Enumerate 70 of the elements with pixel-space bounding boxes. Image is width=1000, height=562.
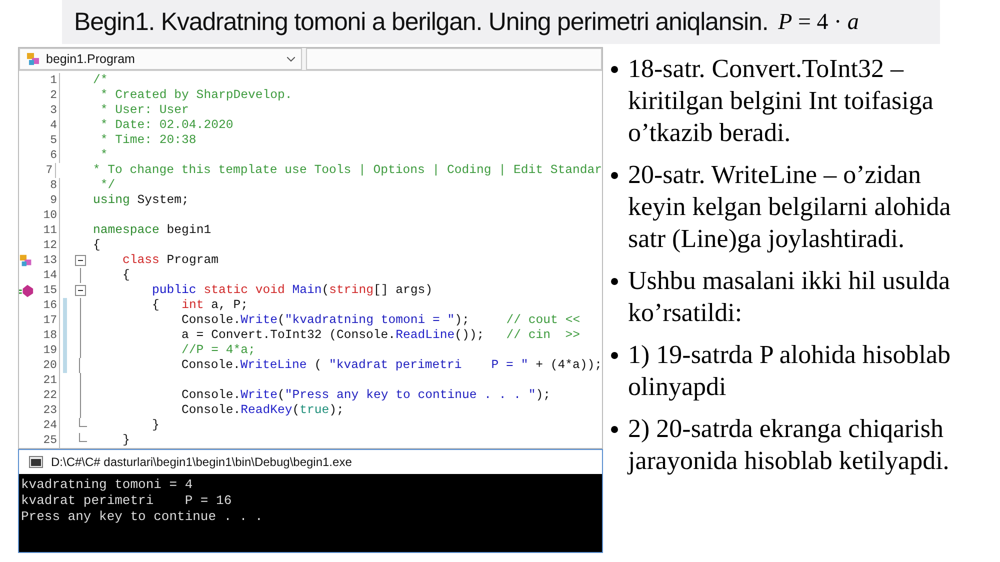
line-number: 11 (37, 223, 60, 238)
bullet-text: 1) 19-satrda P alohida hisoblab olinyapdi (628, 339, 952, 403)
line-number: 3 (37, 103, 60, 118)
bullet-icon (611, 352, 618, 359)
line-number: 14 (37, 268, 60, 283)
line-number: 2 (37, 88, 60, 103)
line-number: 13 (37, 253, 60, 268)
code-line: /* (92, 73, 108, 88)
code-line: * To change this template use Tools | Options | Coding | Edit Standar (92, 163, 602, 178)
code-line: { (92, 238, 100, 253)
line-number: 21 (37, 373, 60, 388)
code-line: * (99, 148, 108, 163)
bullet-icon (611, 278, 618, 285)
code-line: { int a, P; (151, 298, 248, 313)
line-number: 23 (37, 403, 60, 418)
class-icon (26, 51, 42, 67)
fold-toggle[interactable] (74, 255, 86, 266)
line-number: 6 (37, 148, 60, 163)
code-line: { (122, 268, 130, 283)
code-line: //P = 4*a; (180, 343, 256, 358)
formula: P = 4 · a (778, 9, 859, 35)
line-number: 7 (34, 163, 56, 178)
line-number: 12 (37, 238, 60, 253)
console-output: kvadratning tomoni = 4 (20, 477, 194, 493)
code-line: using System; (92, 193, 189, 208)
bullet-text: 20-satr. WriteLine – o’zidan keyin kelgan belgilarni alohida satr (Line)ga joylashtiradi. (628, 159, 952, 255)
console-icon (29, 456, 43, 468)
line-number: 4 (37, 118, 60, 133)
line-number: 20 (36, 358, 60, 373)
code-line: Console.Write("kvadratning tomoni = "); // cout << (180, 313, 580, 328)
code-line: Console.ReadKey(true); (180, 403, 344, 418)
line-number: 1 (37, 73, 60, 88)
class-dropdown[interactable]: begin1.Program (19, 48, 302, 70)
code-line: public static void Main(string[] args) (151, 283, 432, 298)
line-number: 8 (37, 178, 60, 193)
line-number: 5 (37, 133, 60, 148)
code-line: */ (99, 178, 116, 193)
code-line: * User: User (99, 103, 189, 118)
code-line: } (151, 418, 160, 433)
code-line: class Program (122, 253, 218, 268)
console-output: kvadrat perimetri P = 16 (20, 493, 233, 509)
bullet-text: 2) 20-satrda ekranga chiqarish jarayonida hisoblab ketilyapdi. (628, 413, 950, 477)
slide-title: Begin1. Kvadratning tomoni a berilgan. Uning perimetri aniqlansin. (74, 8, 768, 36)
code-line: * Time: 20:38 (99, 133, 196, 148)
bullet-icon (611, 172, 618, 179)
line-number: 24 (37, 418, 60, 433)
code-line: Console.WriteLine ( "kvadrat perimetri P = " + (4*a)); (180, 358, 602, 373)
code-line: } (122, 433, 130, 448)
caret-icon (287, 56, 295, 62)
line-number: 25 (37, 433, 60, 448)
code-line: namespace begin1 (92, 223, 212, 238)
line-number: 9 (37, 193, 60, 208)
line-number: 16 (37, 298, 60, 313)
bullet-icon (611, 426, 618, 433)
line-number: 10 (37, 208, 60, 223)
line-number: 22 (37, 388, 60, 403)
line-number: 17 (37, 313, 60, 328)
line-number: 18 (37, 328, 60, 343)
code-line: a = Convert.ToInt32 (Console.ReadLine()); // cin >> (180, 328, 580, 343)
code-line: * Date: 02.04.2020 (99, 118, 234, 133)
code-line: * Created by SharpDevelop. (99, 88, 292, 103)
line-number: 19 (37, 343, 60, 358)
console-title: D:\C#\C# dasturlari\begin1\begin1\bin\Debug\begin1.exe (51, 455, 352, 469)
line-number: 15 (37, 283, 60, 298)
console-output: Press any key to continue . . . (20, 509, 264, 525)
code-line: Console.Write("Press any key to continue . . . "); (180, 388, 551, 403)
bullet-text: 18-satr. Convert.ToInt32 – kiritilgan belgini Int toifasiga o’tkazib beradi. (628, 53, 934, 149)
bullet-text: Ushbu masalani ikki hil usulda ko’rsatildi: (628, 265, 952, 329)
fold-toggle[interactable] (74, 285, 86, 296)
bullet-icon (611, 66, 618, 73)
